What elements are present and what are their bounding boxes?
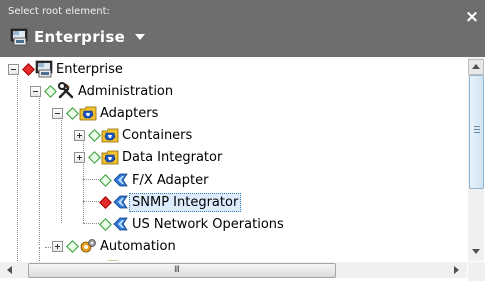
status-green-icon — [88, 151, 101, 164]
expand-toggle[interactable] — [52, 241, 63, 252]
status-green-icon — [99, 174, 112, 187]
adapter-icon — [112, 215, 130, 233]
horizontal-scrollbar[interactable]: III — [0, 262, 467, 278]
close-button[interactable]: × — [464, 9, 480, 26]
tree-node-label: Administration — [78, 84, 174, 99]
tree-node-label: US Network Operations — [132, 217, 284, 232]
collapse-toggle[interactable] — [8, 64, 19, 75]
tree-node-label: Automation — [100, 239, 176, 254]
automation-icon — [79, 237, 97, 255]
horizontal-scroll-thumb[interactable]: III — [28, 263, 336, 278]
expand-toggle[interactable] — [74, 130, 85, 141]
scroll-grip: III — [174, 265, 180, 275]
tree-node-us-network-operations[interactable]: US Network Operations — [4, 214, 464, 236]
collapse-toggle[interactable] — [30, 86, 41, 97]
tree-node-label: Containers — [122, 128, 193, 143]
adapter-icon — [112, 171, 130, 189]
tree-node-data-integrator[interactable]: Data Integrator — [4, 147, 464, 169]
adapters-folder-icon — [79, 104, 97, 122]
scroll-up-button[interactable] — [468, 59, 484, 75]
adapters-folder-icon — [101, 126, 119, 144]
status-red-icon — [99, 196, 112, 209]
scroll-left-button[interactable] — [2, 262, 18, 278]
tree-view: Enterprise Administration Adapters Conta… — [4, 57, 467, 261]
enterprise-icon — [10, 28, 28, 46]
tree-node-label-selected: SNMP Integrator — [129, 193, 242, 212]
vertical-scroll-thumb[interactable] — [469, 75, 484, 189]
tree-node-label: Adapters — [100, 106, 159, 121]
tree-node-fx-adapter[interactable]: F/X Adapter — [4, 170, 464, 192]
enterprise-icon — [35, 60, 53, 78]
status-green-icon — [99, 218, 112, 231]
status-green-icon — [66, 240, 79, 253]
scroll-down-button[interactable] — [468, 243, 484, 259]
chevron-down-icon — [135, 34, 146, 40]
tree-node-adapters[interactable]: Adapters — [4, 103, 464, 125]
tree-node-label: F/X Adapter — [132, 173, 209, 188]
vertical-scrollbar[interactable] — [468, 57, 484, 261]
tree-node-enterprise[interactable]: Enterprise — [4, 59, 464, 81]
status-red-icon — [22, 63, 35, 76]
tree-node-label: Data Integrator — [122, 150, 223, 165]
adapters-folder-icon — [101, 258, 119, 261]
tree-node-snmp-integrator[interactable]: SNMP Integrator — [4, 192, 464, 214]
adapters-folder-icon — [101, 148, 119, 166]
root-selector-caption: Select root element: — [8, 6, 110, 17]
status-green-icon — [66, 107, 79, 120]
tools-icon — [57, 82, 75, 100]
scroll-right-button[interactable] — [448, 262, 464, 278]
root-element-dropdown[interactable]: Enterprise — [10, 23, 146, 51]
root-element-label: Enterprise — [34, 28, 126, 46]
collapse-toggle[interactable] — [52, 108, 63, 119]
tree-node-containers[interactable]: Containers — [4, 125, 464, 147]
adapter-icon — [112, 193, 130, 211]
header-bar: Select root element: × Enterprise — [0, 0, 485, 57]
status-green-icon — [88, 129, 101, 142]
tree-node-automation[interactable]: Automation — [4, 236, 464, 258]
tree-node-label: Enterprise — [56, 62, 123, 77]
tree-node-administration[interactable]: Administration — [4, 81, 464, 103]
status-green-icon — [44, 85, 57, 98]
expand-toggle[interactable] — [74, 152, 85, 163]
tree-area: Enterprise Administration Adapters Conta… — [0, 57, 485, 281]
scrollbar-corner — [468, 262, 485, 281]
